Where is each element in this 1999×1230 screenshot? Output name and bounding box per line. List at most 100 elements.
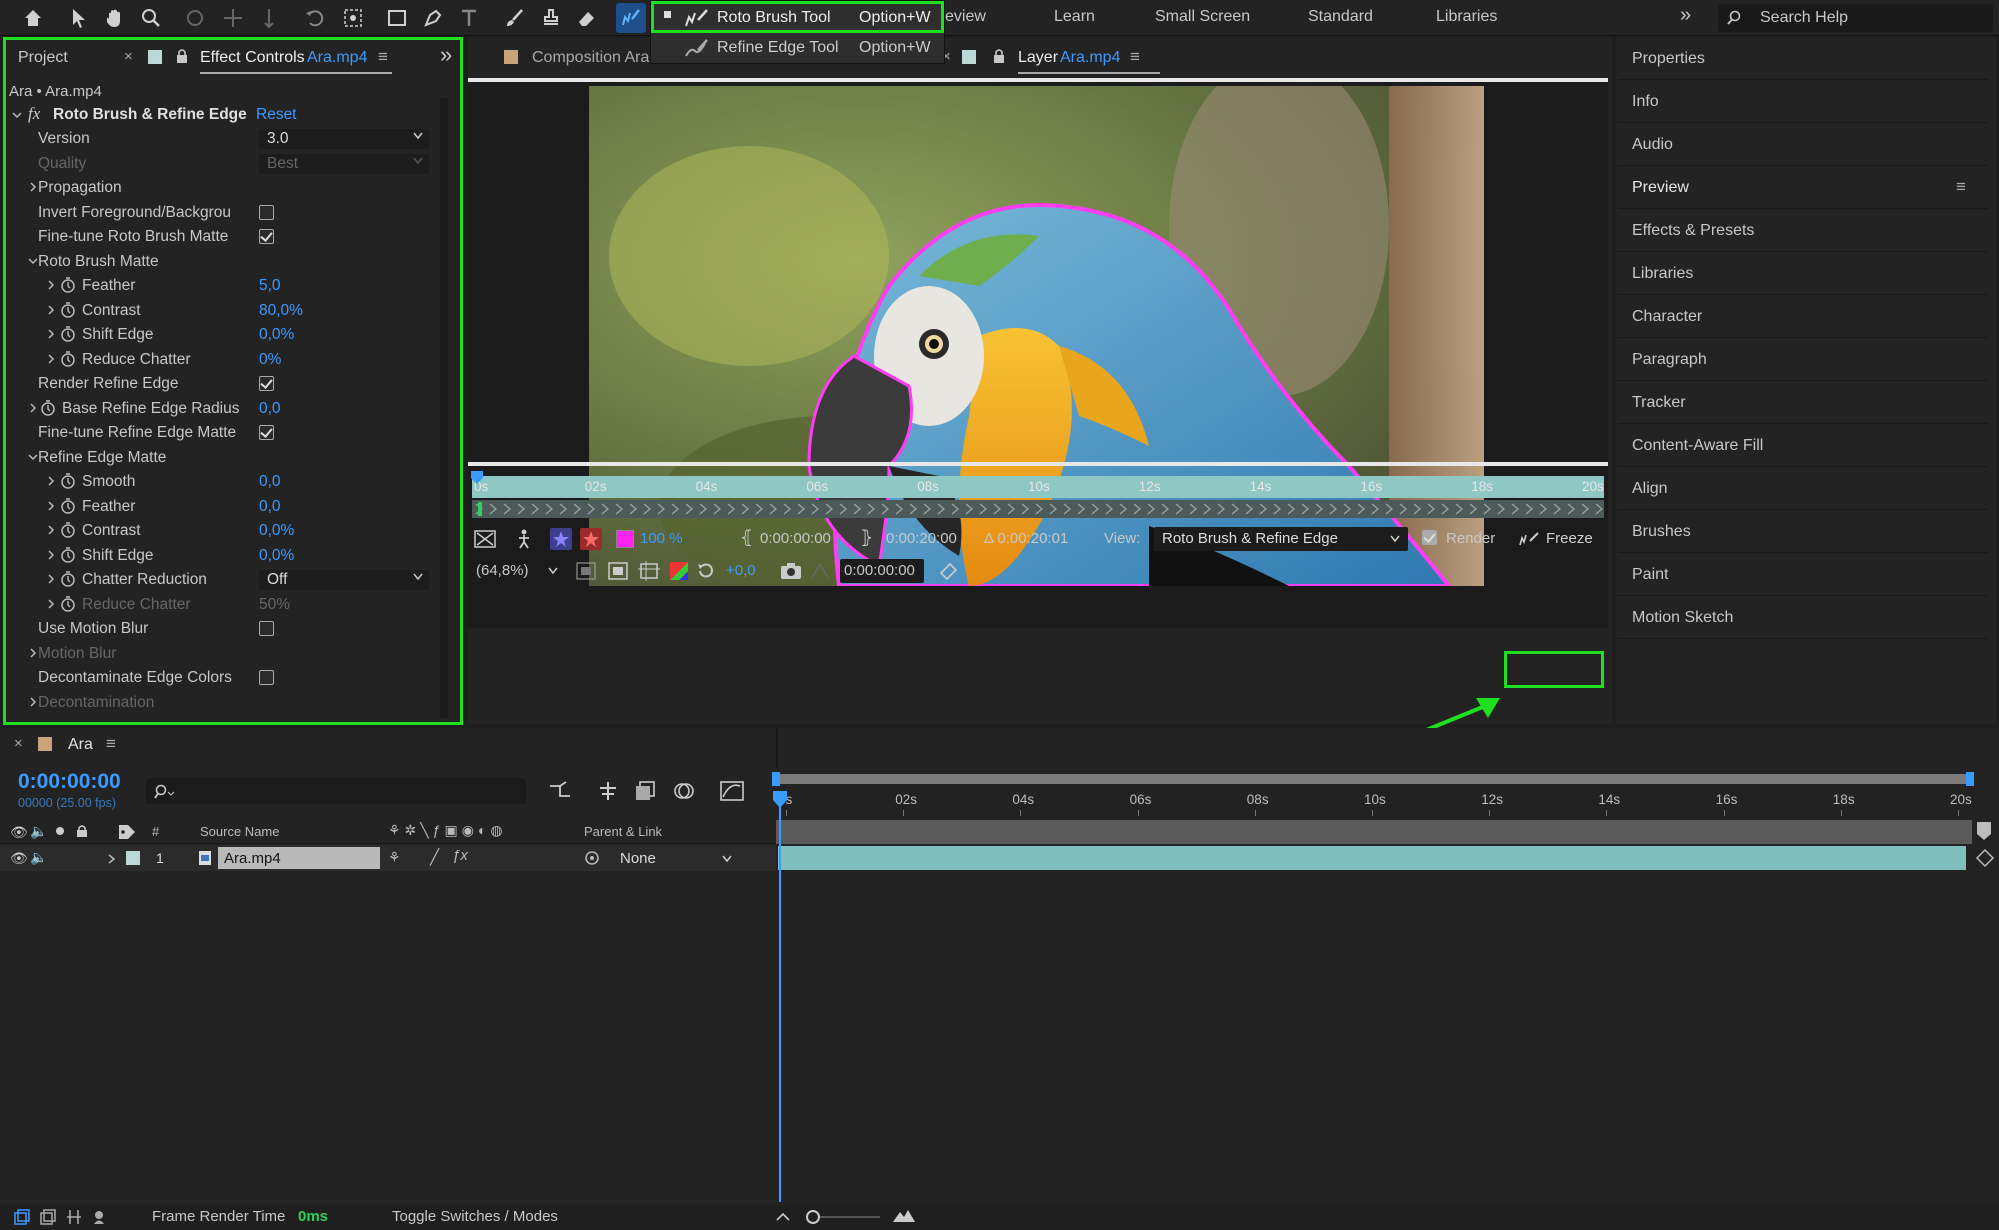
pan-camera-icon[interactable]: [218, 3, 248, 33]
tab-comp-ara[interactable]: Ara: [68, 736, 93, 754]
roto-brush-tool-icon[interactable]: [616, 3, 646, 33]
resolution-icon[interactable]: [576, 562, 596, 580]
home-icon[interactable]: [18, 3, 48, 33]
selection-tool-icon[interactable]: [64, 3, 94, 33]
tab-layer-file[interactable]: Ara.mp4: [1060, 49, 1120, 67]
region-of-interest-icon[interactable]: [608, 562, 628, 580]
zoom-in-icon[interactable]: [892, 1208, 916, 1224]
layer-audio-icon[interactable]: 🔈: [30, 849, 47, 866]
workspace-review[interactable]: eview: [945, 8, 986, 26]
hand-tool-icon[interactable]: [100, 3, 130, 33]
go-to-time-icon[interactable]: [938, 561, 958, 581]
workspace-libraries[interactable]: Libraries: [1436, 8, 1497, 26]
magnification-value[interactable]: (64,8%): [476, 562, 529, 579]
panel-audio[interactable]: Audio: [1618, 124, 1988, 166]
lock-column-icon[interactable]: [76, 824, 88, 838]
eraser-tool-icon[interactable]: [572, 3, 602, 33]
search-help-field[interactable]: Search Help: [1718, 4, 1993, 32]
preview-menu-icon[interactable]: ≡: [1956, 177, 1966, 197]
pick-whip-icon[interactable]: [584, 850, 600, 866]
solo-icon[interactable]: [56, 827, 64, 835]
roto-span-bar[interactable]: [472, 500, 1604, 518]
audio-switch-icon[interactable]: 🔈: [30, 823, 47, 840]
quality-switch-icon[interactable]: ╱: [430, 848, 439, 866]
panel-content-aware-fill[interactable]: Content-Aware Fill: [1618, 425, 1988, 467]
clone-stamp-tool-icon[interactable]: [536, 3, 566, 33]
in-out-controls-icon[interactable]: [66, 1209, 82, 1225]
show-snapshot-icon[interactable]: [810, 562, 830, 580]
render-time-icon[interactable]: [92, 1209, 110, 1225]
panel-motion-sketch[interactable]: Motion Sketch: [1618, 597, 1988, 639]
alpha-overlay-icon[interactable]: [550, 528, 572, 550]
panel-info[interactable]: Info: [1618, 81, 1988, 123]
close-timeline-icon[interactable]: ×: [14, 735, 23, 752]
layer-row[interactable]: 👁 🔈 1 Ara.mp4 ⚘ ╱ ƒx None: [0, 845, 776, 871]
layer-lock-icon[interactable]: [992, 48, 1006, 64]
pen-tool-icon[interactable]: [418, 3, 448, 33]
work-area-start[interactable]: [772, 772, 780, 786]
workspace-standard[interactable]: Standard: [1308, 8, 1373, 26]
work-area-bar[interactable]: [776, 774, 1972, 784]
transparency-icon[interactable]: [474, 530, 496, 548]
toggle-switches-modes[interactable]: Toggle Switches / Modes: [392, 1208, 558, 1225]
reset-exposure-icon[interactable]: [696, 561, 716, 581]
effect-switch-icon[interactable]: ƒx: [452, 847, 468, 864]
type-tool-icon[interactable]: [454, 3, 484, 33]
tab-composition[interactable]: Composition Ara: [532, 49, 649, 67]
anchor-point-tool-icon[interactable]: [338, 3, 368, 33]
col-source-name[interactable]: Source Name: [200, 824, 279, 839]
panel-brushes[interactable]: Brushes: [1618, 511, 1988, 553]
panel-effects-presets[interactable]: Effects & Presets: [1618, 210, 1988, 252]
panel-tracker[interactable]: Tracker: [1618, 382, 1988, 424]
parent-select[interactable]: None: [610, 847, 736, 869]
overlay-opacity[interactable]: 100 %: [640, 530, 683, 547]
zoom-out-icon[interactable]: [776, 1210, 790, 1222]
dolly-camera-icon[interactable]: [254, 3, 284, 33]
chevron-right-icon[interactable]: [108, 854, 116, 864]
chevron-down-icon[interactable]: [548, 567, 558, 575]
in-point-icon[interactable]: ⦃: [740, 527, 753, 548]
out-point-time[interactable]: 0:00:20:00: [886, 530, 957, 547]
tab-layer[interactable]: Layer: [1018, 49, 1058, 67]
workspace-learn[interactable]: Learn: [1054, 8, 1095, 26]
in-point-time[interactable]: 0:00:00:00: [760, 530, 831, 547]
panel-character[interactable]: Character: [1618, 296, 1988, 338]
shy-switch-icon[interactable]: ⚘: [388, 849, 401, 866]
video-switch-icon[interactable]: 👁: [10, 824, 28, 841]
rectangle-tool-icon[interactable]: [382, 3, 412, 33]
layer-name-field[interactable]: Ara.mp4: [218, 847, 380, 869]
workspace-small-screen[interactable]: Small Screen: [1155, 8, 1250, 26]
view-select[interactable]: Roto Brush & Refine Edge: [1154, 527, 1408, 551]
label-tag-icon[interactable]: [118, 824, 136, 840]
brush-tool-icon[interactable]: [500, 3, 530, 33]
rotate-tool-icon[interactable]: [300, 3, 330, 33]
current-time-indicator[interactable]: [470, 470, 484, 490]
alpha-boundary-icon[interactable]: [580, 528, 602, 550]
transfer-controls-icon[interactable]: [40, 1209, 56, 1225]
keyframe-nav-icon[interactable]: [1975, 848, 1995, 868]
col-parent-link[interactable]: Parent & Link: [584, 824, 662, 839]
panel-libraries[interactable]: Libraries: [1618, 253, 1988, 295]
layer-label-color[interactable]: [126, 851, 140, 865]
layer-duration-bar[interactable]: [778, 846, 1966, 870]
current-time-field[interactable]: 0:00:00:00: [840, 559, 924, 583]
panel-preview[interactable]: Preview ≡: [1618, 167, 1988, 209]
work-area-end[interactable]: [1966, 772, 1974, 786]
menu-item-refine-edge-tool[interactable]: Refine Edge Tool Option+W: [651, 33, 946, 63]
zoom-slider-thumb[interactable]: [806, 1210, 820, 1224]
exposure-value[interactable]: +0,0: [726, 562, 756, 579]
more-workspaces-icon[interactable]: »: [1680, 4, 1691, 27]
panel-properties[interactable]: Properties: [1618, 38, 1988, 80]
channels-icon[interactable]: [670, 562, 688, 580]
zoom-tool-icon[interactable]: [136, 3, 166, 33]
layer-panel-menu-icon[interactable]: ≡: [1130, 47, 1140, 67]
out-point-icon[interactable]: ⦄: [860, 527, 873, 548]
panel-paragraph[interactable]: Paragraph: [1618, 339, 1988, 381]
comp-marker-bin-icon[interactable]: [1975, 820, 1993, 842]
timeline-menu-icon[interactable]: ≡: [106, 734, 116, 754]
render-checkbox[interactable]: [1422, 530, 1437, 545]
layer-visibility-icon[interactable]: 👁: [10, 850, 28, 867]
freeze-button[interactable]: Freeze: [1514, 526, 1602, 552]
grid-guides-icon[interactable]: [638, 561, 660, 581]
layer-controls-icon[interactable]: [14, 1209, 30, 1225]
